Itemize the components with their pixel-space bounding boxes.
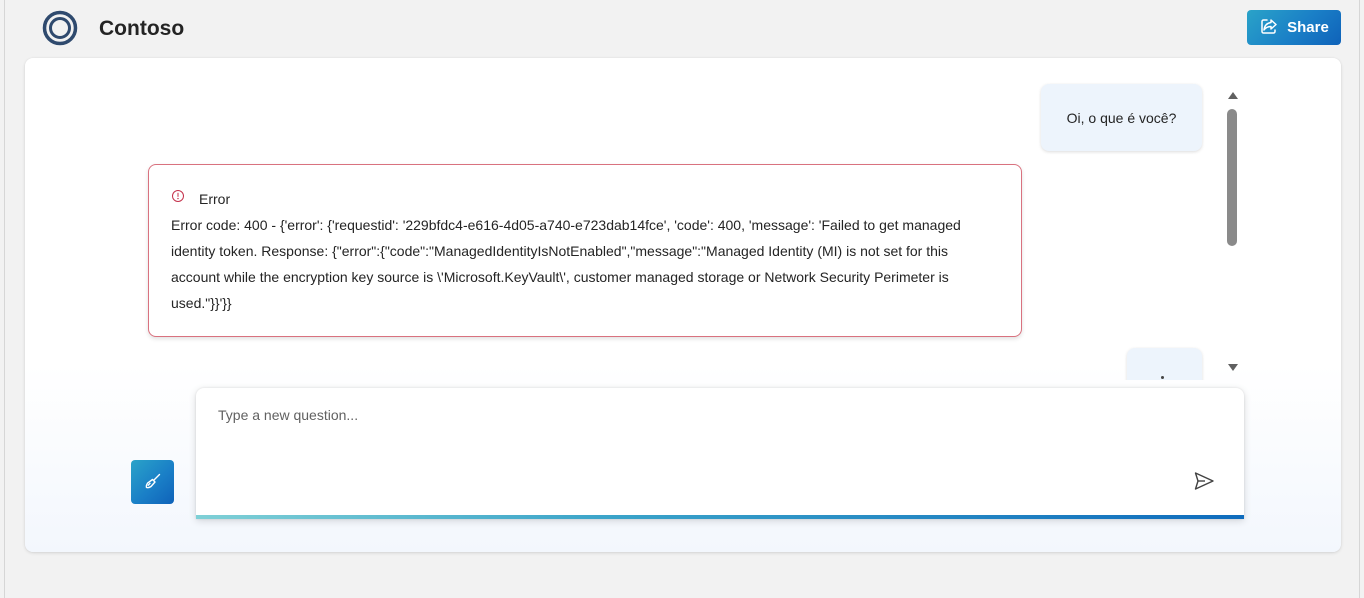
scroll-thumb[interactable] <box>1227 109 1237 246</box>
input-focus-underline <box>196 515 1244 519</box>
app-window: Contoso Share Oi, o que é você? Error Er… <box>4 0 1360 598</box>
share-icon <box>1259 16 1279 40</box>
contoso-logo-icon <box>42 10 78 46</box>
scroll-up-arrow-icon[interactable] <box>1228 92 1238 99</box>
error-title: Error <box>199 190 231 207</box>
broom-icon <box>143 471 163 494</box>
scroll-down-arrow-icon[interactable] <box>1228 364 1238 371</box>
header: Contoso Share <box>5 0 1359 58</box>
share-button[interactable]: Share <box>1247 10 1341 45</box>
user-message-partial <box>1127 348 1202 380</box>
user-message: Oi, o que é você? <box>1041 84 1202 151</box>
error-circle-icon <box>171 189 185 208</box>
message-list: Oi, o que é você? Error Error code: 400 … <box>25 58 1245 380</box>
user-message-text: Oi, o que é você? <box>1066 109 1177 126</box>
clear-chat-button[interactable] <box>131 460 174 504</box>
chat-panel: Oi, o que é você? Error Error code: 400 … <box>25 58 1341 552</box>
share-label: Share <box>1287 19 1329 36</box>
partial-message-text <box>1161 376 1164 379</box>
question-composer <box>196 388 1244 519</box>
error-details: Error code: 400 - {'error': {'requestid'… <box>171 217 961 311</box>
message-scrollbar[interactable] <box>1226 92 1240 372</box>
question-input[interactable] <box>196 388 1244 488</box>
error-message: Error Error code: 400 - {'error': {'requ… <box>148 164 1022 337</box>
send-button[interactable] <box>1190 468 1218 496</box>
error-header: Error <box>171 189 999 208</box>
app-title: Contoso <box>99 17 185 40</box>
send-icon <box>1193 470 1215 495</box>
